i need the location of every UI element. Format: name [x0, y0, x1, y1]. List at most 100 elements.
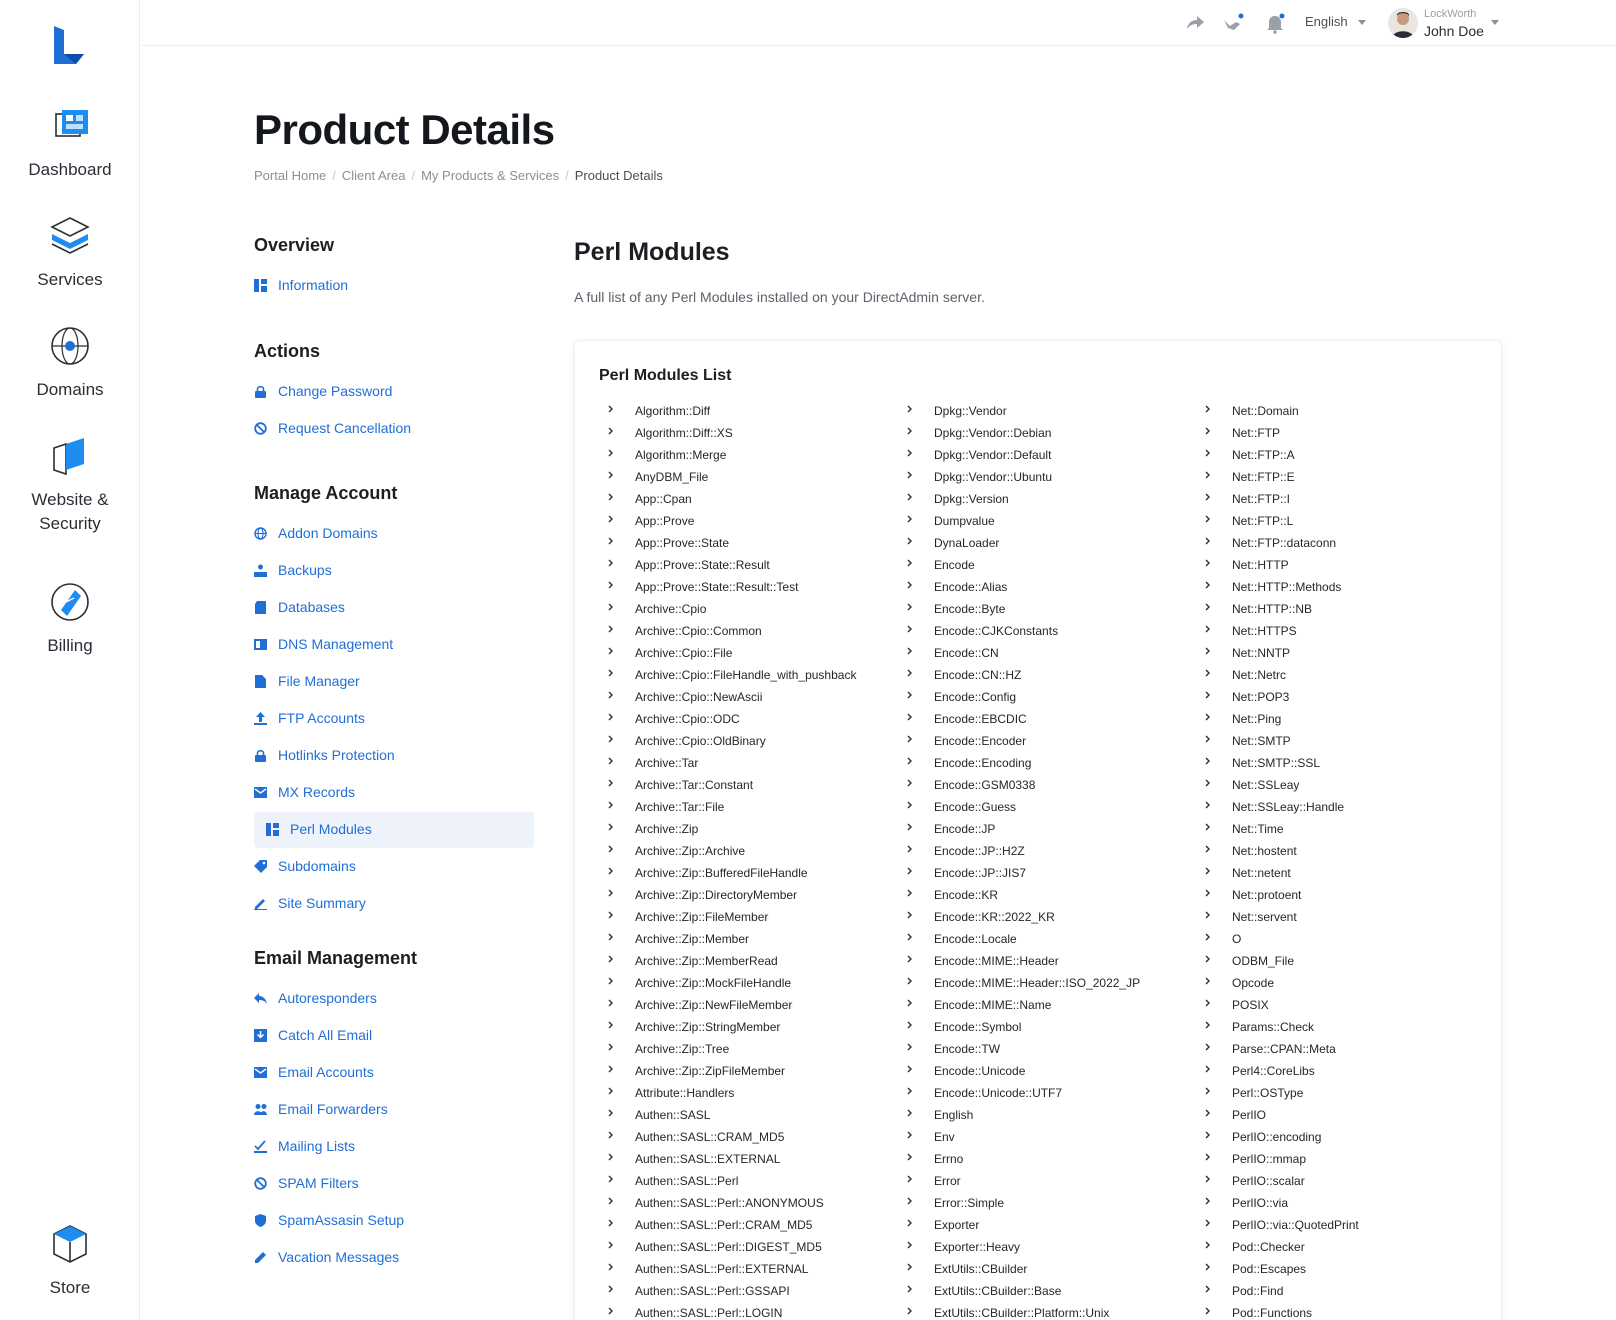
- nav-link-perl-modules[interactable]: Perl Modules: [254, 812, 534, 848]
- module-name: Encode::KR: [934, 888, 999, 902]
- module-name: Pod::Checker: [1232, 1240, 1305, 1254]
- chevron-right-icon: [1205, 1109, 1210, 1117]
- chevron-right-icon: [907, 691, 912, 699]
- module-name: ExtUtils::CBuilder: [934, 1262, 1028, 1276]
- module-name: Archive::Cpio::File: [635, 646, 733, 660]
- nav-link-catch-all-email[interactable]: Catch All Email: [254, 1018, 534, 1054]
- module-name: Encode::JP::JIS7: [934, 866, 1027, 880]
- nav-link-email-forwarders[interactable]: Email Forwarders: [254, 1092, 534, 1128]
- chevron-right-icon: [608, 1285, 613, 1293]
- chevron-right-icon: [907, 493, 912, 501]
- chevron-right-icon: [907, 625, 912, 633]
- nav-link-information[interactable]: Information: [254, 268, 534, 304]
- chevron-right-icon: [907, 405, 912, 413]
- module-name: Net::Time: [1232, 822, 1284, 836]
- section-description: A full list of any Perl Modules installe…: [574, 289, 985, 305]
- reply-icon: [254, 993, 267, 1004]
- module-name: AnyDBM_File: [635, 470, 709, 484]
- breadcrumb-my-products[interactable]: My Products & Services: [421, 168, 559, 183]
- chevron-right-icon: [1205, 1241, 1210, 1249]
- chevron-right-icon: [907, 1131, 912, 1139]
- nav-link-email-accounts[interactable]: Email Accounts: [254, 1055, 534, 1091]
- module-name: English: [934, 1108, 974, 1122]
- module-name: Archive::Cpio::FileHandle_with_pushback: [635, 668, 857, 682]
- nav-link-addon-domains[interactable]: Addon Domains: [254, 516, 534, 552]
- nav-link-dns-management[interactable]: DNS Management: [254, 627, 534, 663]
- nav-link-subdomains[interactable]: Subdomains: [254, 849, 534, 885]
- rail-label-dashboard: Dashboard: [28, 160, 112, 179]
- nav-link-spam-filters[interactable]: SPAM Filters: [254, 1166, 534, 1202]
- file-icon: [255, 675, 266, 688]
- chevron-right-icon: [907, 999, 912, 1007]
- module-name: Authen::SASL::EXTERNAL: [635, 1152, 781, 1166]
- nav-link-spamassasin-setup[interactable]: SpamAssasin Setup: [254, 1203, 534, 1239]
- nav-link-label: Backups: [278, 562, 332, 578]
- chevron-right-icon: [608, 515, 613, 523]
- nav-link-autoresponders[interactable]: Autoresponders: [254, 981, 534, 1017]
- module-name: Net::FTP::dataconn: [1232, 536, 1337, 550]
- rail-item-services[interactable]: Services: [0, 214, 140, 292]
- module-name: Encode::Guess: [934, 800, 1017, 814]
- module-name: Encode::Locale: [934, 932, 1017, 946]
- chevron-right-icon: [1205, 999, 1210, 1007]
- language-label: English: [1305, 14, 1348, 29]
- chevron-right-icon: [1205, 911, 1210, 919]
- module-name: Encode::EBCDIC: [934, 712, 1027, 726]
- rail-label-services: Services: [37, 270, 103, 289]
- module-name: Archive::Cpio::Common: [635, 624, 762, 638]
- module-name: ExtUtils::CBuilder::Base: [934, 1284, 1062, 1298]
- nav-link-ftp-accounts[interactable]: FTP Accounts: [254, 701, 534, 737]
- breadcrumb-portal-home[interactable]: Portal Home: [254, 168, 326, 183]
- rail-item-domains[interactable]: Domains: [0, 324, 140, 402]
- module-name: Authen::SASL: [635, 1108, 711, 1122]
- chevron-right-icon: [907, 1285, 912, 1293]
- chevron-right-icon: [608, 493, 613, 501]
- rail-item-billing[interactable]: Billing: [0, 580, 140, 658]
- nav-link-request-cancellation[interactable]: Request Cancellation: [254, 411, 534, 447]
- chevron-right-icon: [1205, 537, 1210, 545]
- brand-logo-icon[interactable]: [50, 24, 90, 68]
- nav-link-mx-records[interactable]: MX Records: [254, 775, 534, 811]
- chevron-right-icon: [907, 1219, 912, 1227]
- chevron-right-icon: [608, 933, 613, 941]
- chevron-right-icon: [608, 537, 613, 545]
- rail-item-dashboard[interactable]: Dashboard: [0, 104, 140, 182]
- share-icon[interactable]: [1184, 12, 1206, 34]
- language-selector[interactable]: English: [1305, 14, 1366, 29]
- module-name: Opcode: [1232, 976, 1275, 990]
- chevron-right-icon: [1205, 1263, 1210, 1271]
- chevron-right-icon: [1205, 1175, 1210, 1183]
- nav-link-databases[interactable]: Databases: [254, 590, 534, 626]
- nav-link-label: MX Records: [278, 784, 356, 800]
- chevron-right-icon: [608, 955, 613, 963]
- nav-link-label: FTP Accounts: [278, 710, 365, 726]
- nav-link-label: Change Password: [278, 383, 393, 399]
- chevron-right-icon: [907, 559, 912, 567]
- hands-icon[interactable]: [1222, 12, 1244, 34]
- shield-icon: [255, 1214, 266, 1227]
- nav-link-backups[interactable]: Backups: [254, 553, 534, 589]
- module-name: Archive::Zip::Archive: [635, 844, 746, 858]
- rail-item-store[interactable]: Store: [0, 1222, 140, 1300]
- nav-link-change-password[interactable]: Change Password: [254, 374, 534, 410]
- nav-link-vacation-messages[interactable]: Vacation Messages: [254, 1240, 534, 1276]
- nav-link-site-summary[interactable]: Site Summary: [254, 886, 534, 922]
- nav-link-hotlinks-protection[interactable]: Hotlinks Protection: [254, 738, 534, 774]
- database-icon: [255, 601, 266, 614]
- mail-icon: [254, 1067, 267, 1078]
- module-name: Net::HTTP: [1232, 558, 1289, 572]
- chevron-right-icon: [1205, 845, 1210, 853]
- nav-link-file-manager[interactable]: File Manager: [254, 664, 534, 700]
- module-name: Encode::Config: [934, 690, 1017, 704]
- rail-item-website-security[interactable]: Website & Security: [0, 434, 140, 536]
- bell-icon[interactable]: [1264, 12, 1286, 34]
- breadcrumb-client-area[interactable]: Client Area: [342, 168, 406, 183]
- users-icon: [254, 1104, 267, 1115]
- nav-link-mailing-lists[interactable]: Mailing Lists: [254, 1129, 534, 1165]
- module-name: App::Cpan: [635, 492, 692, 506]
- nav-link-label: File Manager: [278, 673, 360, 689]
- chevron-right-icon: [907, 1307, 912, 1315]
- user-chevron-down-icon[interactable]: [1491, 20, 1499, 25]
- module-name: Archive::Cpio::ODC: [635, 712, 740, 726]
- module-name: O: [1232, 932, 1242, 946]
